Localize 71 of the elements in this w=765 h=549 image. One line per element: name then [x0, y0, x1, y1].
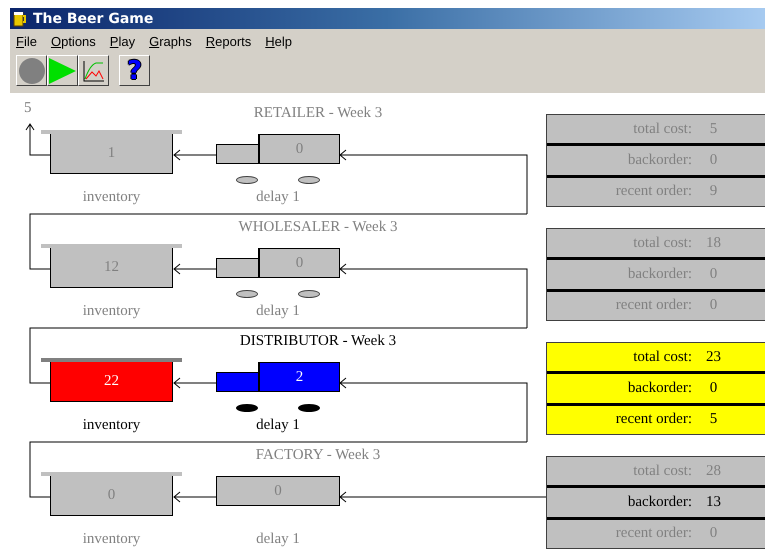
truck-cab	[216, 258, 258, 278]
flow-arrow	[173, 150, 216, 160]
flow-arrow	[173, 378, 216, 388]
menu-item[interactable]: Reports	[206, 34, 252, 48]
stat-value: 28	[705, 462, 722, 480]
help-button[interactable]: ?	[119, 55, 150, 86]
wheel-icon	[236, 176, 258, 184]
cargo-box: 2	[258, 362, 340, 392]
inventory-box: 22	[50, 362, 173, 402]
stat-label: total cost:	[632, 348, 692, 366]
stage-title: RETAILER - Week 3	[252, 104, 384, 122]
wheel-icon	[298, 290, 320, 298]
wheel-icon	[298, 404, 320, 412]
inventory-box: 12	[50, 248, 173, 288]
stat-label: recent order:	[614, 411, 692, 428]
stat-value: 18	[705, 234, 722, 252]
stage-title: WHOLESALER - Week 3	[238, 218, 398, 236]
delay-label: delay 1	[256, 189, 300, 205]
stat-label: total cost:	[632, 462, 692, 480]
wheel-icon	[298, 176, 320, 184]
menu-item[interactable]: File	[16, 34, 37, 48]
window-title: The Beer Game	[33, 10, 154, 26]
stat-value: 9	[708, 183, 718, 200]
inventory-box: 0	[50, 476, 173, 516]
stat-value: 0	[708, 380, 718, 397]
inventory-label: inventory	[82, 417, 140, 433]
wheel-icon	[236, 290, 258, 298]
stage-title: DISTRIBUTOR - Week 3	[238, 332, 398, 350]
production-box: 0	[216, 476, 340, 506]
delay-label: delay 1	[256, 417, 300, 433]
wheel-icon	[236, 404, 258, 412]
truck-cab	[216, 372, 258, 392]
menu-item[interactable]: Help	[265, 34, 292, 48]
stat-value: 0	[708, 152, 718, 169]
stat-label: backorder:	[626, 266, 692, 283]
menu-item[interactable]: Graphs	[149, 34, 192, 48]
stat-label: total cost:	[632, 120, 692, 138]
stop-button[interactable]	[16, 55, 47, 86]
stat-label: recent order:	[614, 297, 692, 314]
flow-arrow	[173, 492, 216, 502]
stat-value: 5	[708, 411, 718, 428]
delay-label: delay 1	[256, 531, 300, 547]
stat-value: 5	[708, 120, 718, 138]
stage-title: FACTORY - Week 3	[254, 446, 382, 464]
menu-item[interactable]: Options	[50, 34, 96, 48]
stat-label: recent order:	[614, 525, 692, 542]
cargo-box: 0	[258, 248, 340, 278]
stat-value: 0	[708, 525, 718, 542]
menu-item[interactable]: Play	[110, 34, 136, 48]
flow-arrow	[26, 123, 50, 156]
stat-label: backorder:	[626, 380, 692, 397]
inventory-box: 1	[50, 134, 173, 174]
stat-label: backorder:	[626, 494, 692, 511]
stat-value: 23	[705, 348, 722, 366]
play-button[interactable]	[47, 55, 78, 86]
shipment-count: 5	[24, 100, 32, 116]
graph-button[interactable]	[78, 55, 109, 86]
cargo-box: 0	[258, 134, 340, 164]
inventory-label: inventory	[82, 531, 140, 547]
truck-cab	[216, 144, 258, 164]
stat-value: 0	[708, 297, 718, 314]
stat-label: total cost:	[632, 234, 692, 252]
stat-value: 0	[708, 266, 718, 283]
stat-value: 13	[705, 494, 722, 511]
inventory-label: inventory	[82, 303, 140, 319]
stat-label: backorder:	[626, 152, 692, 169]
flow-arrow	[173, 264, 216, 274]
inventory-label: inventory	[82, 189, 140, 205]
beer-mug-icon	[13, 10, 27, 26]
stat-label: recent order:	[614, 183, 692, 200]
delay-label: delay 1	[256, 303, 300, 319]
